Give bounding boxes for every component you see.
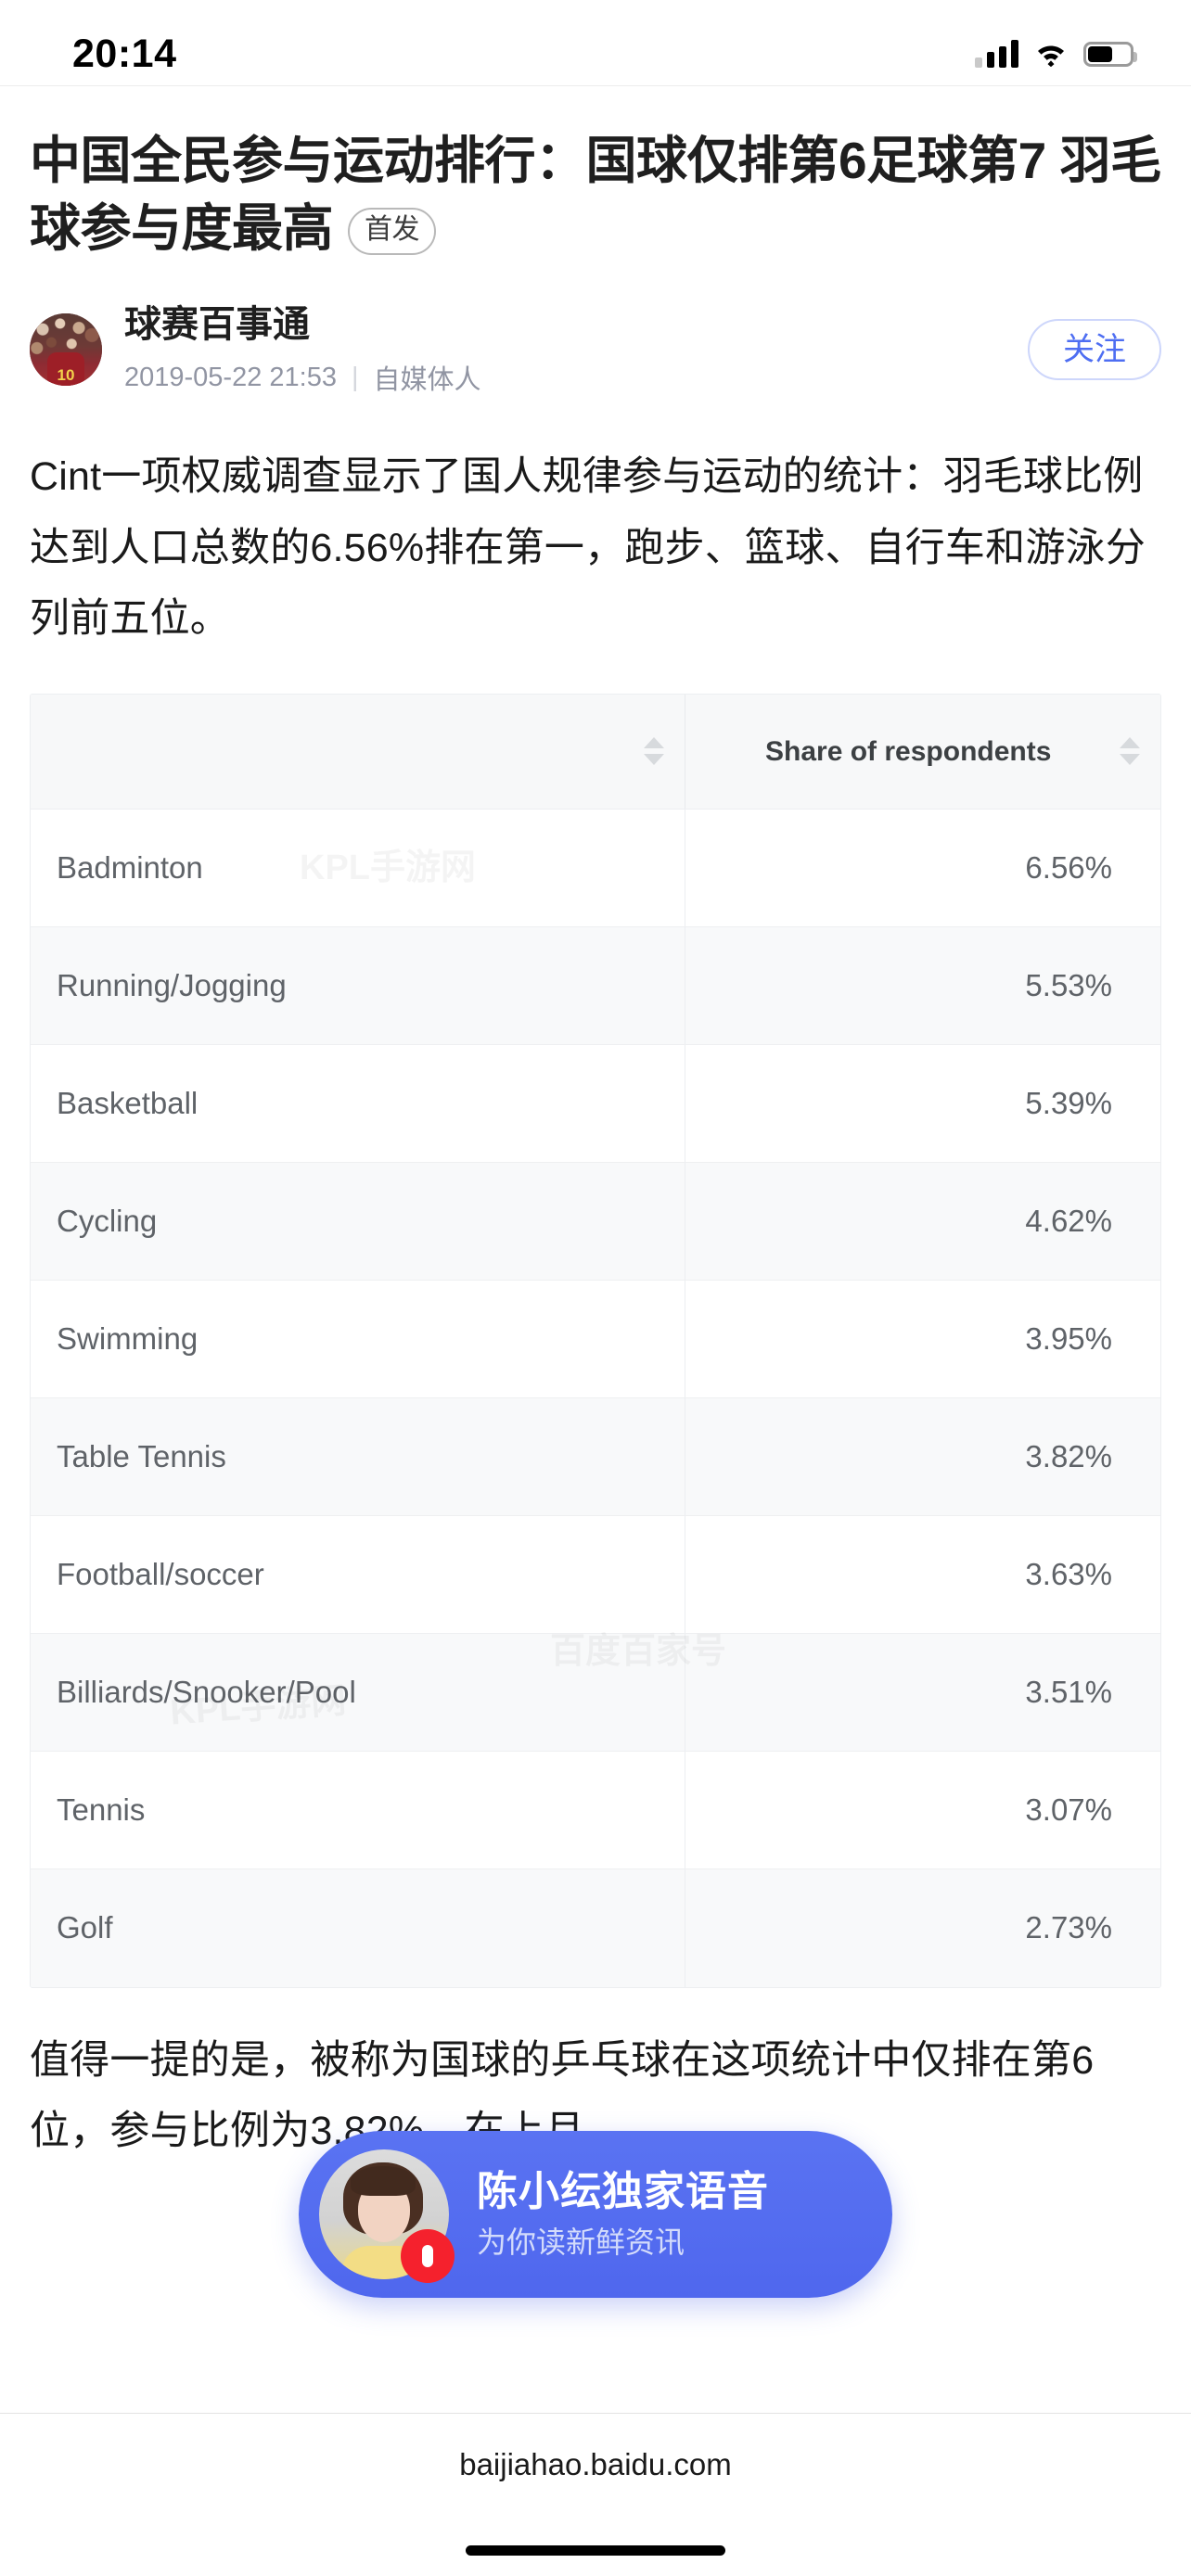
table-cell-share: 4.62% [1025,1203,1112,1238]
table-row: Swimming 3.95% [31,1280,1160,1398]
author-row: 10 球赛百事通 2019-05-22 21:53 | 自媒体人 关注 [30,302,1161,404]
table-header-row: Share of respondents [31,694,1160,810]
table-cell-sport: Swimming [31,1280,686,1397]
table-cell-sport: Golf [31,1868,686,1987]
table-row: Cycling 4.62% [31,1162,1160,1281]
battery-icon [1083,41,1137,67]
table-cell-sport: Cycling [31,1162,686,1280]
article-body: 中国全民参与运动排行：国球仅排第6足球第7 羽毛球参与度最高 首发 10 球赛百事… [0,127,1191,2167]
table-cell-sport: Billiards/Snooker/Pool [31,1633,686,1751]
table-header-cell-name[interactable] [31,694,686,809]
table-cell-sport: Badminton [31,809,686,926]
status-indicators [975,40,1137,68]
voice-banner[interactable]: 陈小纭独家语音 为你读新鲜资讯 [299,2131,892,2298]
table-cell-share: 3.07% [1025,1792,1112,1827]
table-row: Football/soccer 3.63% [31,1515,1160,1634]
home-indicator[interactable] [466,2545,725,2556]
avatar-jersey-number: 10 [57,366,75,385]
table-row: Badminton 6.56% [31,809,1160,927]
table-cell-share: 5.39% [1025,1085,1112,1120]
sort-arrows-icon[interactable] [644,737,665,766]
follow-button[interactable]: 关注 [1028,319,1161,381]
table-row: Running/Jogging 5.53% [31,926,1160,1045]
sort-arrows-icon[interactable] [1120,737,1140,766]
table-cell-share: 5.53% [1025,967,1112,1002]
meta-separator: | [351,362,359,392]
microphone-icon [401,2229,455,2283]
table-cell-share: 2.73% [1025,1910,1112,1945]
publish-timestamp: 2019-05-22 21:53 [124,362,337,392]
table-cell-share: 3.82% [1025,1438,1112,1473]
table-cell-sport: Table Tennis [31,1397,686,1515]
table-header-cell-share[interactable]: Share of respondents [685,695,1160,809]
table-body: Badminton 6.56% Running/Jogging 5.53% Basket… [31,809,1160,1987]
status-badge: 首发 [348,207,437,255]
table-row: Basketball 5.39% [31,1044,1160,1163]
table-cell-share: 6.56% [1025,849,1112,885]
table-row: Billiards/Snooker/Pool 3.51% [31,1633,1160,1752]
table-header-label-share: Share of respondents [765,735,1052,767]
table-row: Golf 2.73% [31,1868,1160,1987]
voice-banner-text: 陈小纭独家语音 为你读新鲜资讯 [477,2169,769,2261]
voice-banner-subtitle: 为你读新鲜资讯 [477,2225,685,2260]
table-cell-share: 3.95% [1025,1320,1112,1356]
wifi-icon [1034,41,1068,68]
table-cell-share: 3.51% [1025,1674,1112,1709]
table-row: Tennis 3.07% [31,1751,1160,1869]
url-text: baijiahao.baidu.com [459,2447,732,2481]
table-row: Table Tennis 3.82% [31,1397,1160,1516]
statistics-table: KPL手游网 百度百家号 KPL手游网 Share of respondents… [30,693,1161,1988]
voice-banner-title: 陈小纭独家语音 [477,2168,769,2214]
table-cell-share: 3.63% [1025,1556,1112,1591]
status-bar: 20:14 [0,0,1191,85]
cellular-signal-icon [975,40,1018,68]
table-cell-sport: Running/Jogging [31,926,686,1044]
avatar-fringe-shape [351,2166,416,2196]
author-submeta: 2019-05-22 21:53 | 自媒体人 [124,358,1028,397]
status-time: 20:14 [72,31,177,76]
table-cell-sport: Basketball [31,1044,686,1162]
browser-url-bar[interactable]: baijiahao.baidu.com [0,2413,1191,2576]
page-title: 中国全民参与运动排行：国球仅排第6足球第7 羽毛球参与度最高 首发 [30,127,1161,261]
table-cell-sport: Football/soccer [31,1515,686,1633]
phone-screen: 20:14 中国全民参与运动排行：国球仅排第6足球第7 羽毛球参与度最高首发 [0,0,1191,2576]
header-divider [0,85,1191,86]
author-name[interactable]: 球赛百事通 [124,302,1028,347]
table-cell-sport: Tennis [31,1751,686,1868]
author-meta: 球赛百事通 2019-05-22 21:53 | 自媒体人 [124,302,1028,397]
article-paragraph-1: Cint一项权威调查显示了国人规律参与运动的统计：羽毛球比例达到人口总数的6.5… [30,454,1146,642]
headline-text: 中国全民参与运动排行：国球仅排第6足球第7 羽毛球参与度最高 [30,132,1161,257]
avatar[interactable]: 10 [30,313,102,387]
author-role: 自媒体人 [373,365,481,396]
host-avatar [319,2149,455,2283]
